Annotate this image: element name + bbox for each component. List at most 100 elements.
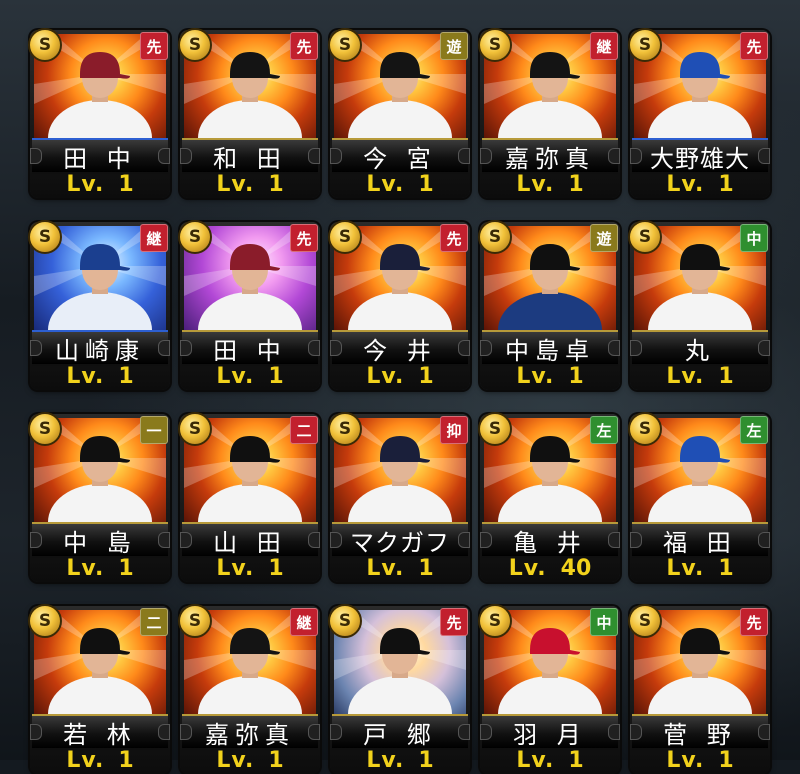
grade-s-icon: S: [178, 28, 212, 62]
level-value: 1: [718, 747, 734, 773]
player-name: 今 井: [330, 330, 470, 366]
level-label: Lv.: [366, 171, 405, 197]
level-label: Lv.: [366, 555, 405, 581]
player-card[interactable]: S 中 羽 月 Lv. 1: [478, 604, 620, 774]
position-badge: 先: [440, 224, 468, 252]
player-name: 大野雄大: [630, 138, 770, 174]
level-label: Lv.: [666, 171, 705, 197]
position-badge: 先: [740, 32, 768, 60]
grade-s-icon: S: [28, 604, 62, 638]
player-name: 今 宮: [330, 138, 470, 174]
player-name: 田 中: [180, 330, 320, 366]
position-badge: 二: [290, 416, 318, 444]
player-card-grid: S 先 田 中 Lv. 1 S 先 和 田 Lv. 1 S 遊 今 宮 Lv. …: [28, 28, 770, 774]
position-badge: 二: [140, 608, 168, 636]
player-card[interactable]: S 中 丸 Lv. 1: [628, 220, 770, 390]
player-card[interactable]: S 先 田 中 Lv. 1: [28, 28, 170, 198]
position-badge: 継: [140, 224, 168, 252]
player-name: 中島卓: [480, 330, 620, 366]
level-value: 1: [568, 363, 584, 389]
player-card[interactable]: S 抑 マクガフ Lv. 1: [328, 412, 470, 582]
position-badge: 抑: [440, 416, 468, 444]
grade-s-icon: S: [478, 220, 512, 254]
grade-s-icon: S: [478, 28, 512, 62]
player-name: 羽 月: [480, 714, 620, 750]
player-level: Lv. 1: [634, 171, 766, 197]
player-card[interactable]: S 一 中 島 Lv. 1: [28, 412, 170, 582]
player-level: Lv. 1: [484, 363, 616, 389]
level-value: 1: [568, 171, 584, 197]
position-badge: 左: [740, 416, 768, 444]
level-label: Lv.: [366, 363, 405, 389]
player-card[interactable]: S 遊 中島卓 Lv. 1: [478, 220, 620, 390]
player-card[interactable]: S 遊 今 宮 Lv. 1: [328, 28, 470, 198]
grade-s-icon: S: [178, 220, 212, 254]
position-badge: 先: [440, 608, 468, 636]
position-badge: 中: [740, 224, 768, 252]
level-label: Lv.: [516, 171, 555, 197]
grade-s-icon: S: [28, 28, 62, 62]
player-level: Lv. 1: [34, 748, 166, 773]
player-name: 福 田: [630, 522, 770, 558]
grade-s-icon: S: [28, 220, 62, 254]
position-badge: 左: [590, 416, 618, 444]
player-card[interactable]: S 二 若 林 Lv. 1: [28, 604, 170, 774]
player-name: 嘉弥真: [180, 714, 320, 750]
level-value: 1: [418, 171, 434, 197]
player-level: Lv. 1: [184, 747, 316, 773]
player-name: 丸: [630, 330, 770, 366]
level-value: 1: [418, 747, 434, 773]
level-label: Lv.: [666, 363, 705, 389]
grade-s-icon: S: [28, 412, 62, 446]
grade-s-icon: S: [478, 604, 512, 638]
player-name: 山 田: [180, 522, 320, 558]
level-label: Lv.: [66, 363, 105, 389]
level-value: 1: [268, 747, 284, 773]
position-badge: 先: [740, 608, 768, 636]
player-card[interactable]: S 左 亀 井 Lv. 40: [478, 412, 620, 582]
level-value: 1: [118, 171, 134, 197]
player-card[interactable]: S 先 和 田 Lv. 1: [178, 28, 320, 198]
level-label: Lv.: [216, 555, 255, 581]
grade-s-icon: S: [178, 412, 212, 446]
player-level: Lv. 1: [334, 747, 466, 773]
player-card[interactable]: S 先 田 中 Lv. 1: [178, 220, 320, 390]
player-card[interactable]: S 継 嘉弥真 Lv. 1: [178, 604, 320, 774]
player-level: Lv. 1: [34, 363, 166, 389]
player-name: 菅 野: [630, 714, 770, 750]
player-level: Lv. 1: [484, 748, 616, 773]
player-name: マクガフ: [330, 522, 470, 558]
player-level: Lv. 1: [334, 555, 466, 581]
player-level: Lv. 1: [34, 171, 166, 197]
position-badge: 中: [590, 608, 618, 636]
player-card[interactable]: S 先 大野雄大 Lv. 1: [628, 28, 770, 198]
level-label: Lv.: [216, 747, 255, 773]
level-label: Lv.: [216, 171, 255, 197]
player-name: 若 林: [30, 714, 170, 750]
player-level: Lv. 40: [484, 556, 616, 581]
player-level: Lv. 1: [634, 747, 766, 773]
level-value: 1: [718, 555, 734, 581]
player-card[interactable]: S 先 菅 野 Lv. 1: [628, 604, 770, 774]
player-name: 和 田: [180, 138, 320, 174]
grade-s-icon: S: [328, 604, 362, 638]
player-level: Lv. 1: [634, 555, 766, 581]
level-label: Lv.: [366, 747, 405, 773]
position-badge: 遊: [440, 32, 468, 60]
player-card[interactable]: S 継 嘉弥真 Lv. 1: [478, 28, 620, 198]
grade-s-icon: S: [478, 412, 512, 446]
position-badge: 先: [290, 224, 318, 252]
player-card[interactable]: S 先 戸 郷 Lv. 1: [328, 604, 470, 774]
position-badge: 一: [140, 416, 168, 444]
level-value: 1: [418, 363, 434, 389]
level-label: Lv.: [66, 555, 105, 581]
player-level: Lv. 1: [184, 555, 316, 581]
player-card[interactable]: S 二 山 田 Lv. 1: [178, 412, 320, 582]
grade-s-icon: S: [328, 28, 362, 62]
player-card[interactable]: S 継 山崎康 Lv. 1: [28, 220, 170, 390]
player-card[interactable]: S 先 今 井 Lv. 1: [328, 220, 470, 390]
position-badge: 遊: [590, 224, 618, 252]
level-value: 1: [268, 171, 284, 197]
player-card[interactable]: S 左 福 田 Lv. 1: [628, 412, 770, 582]
player-level: Lv. 1: [484, 171, 616, 197]
